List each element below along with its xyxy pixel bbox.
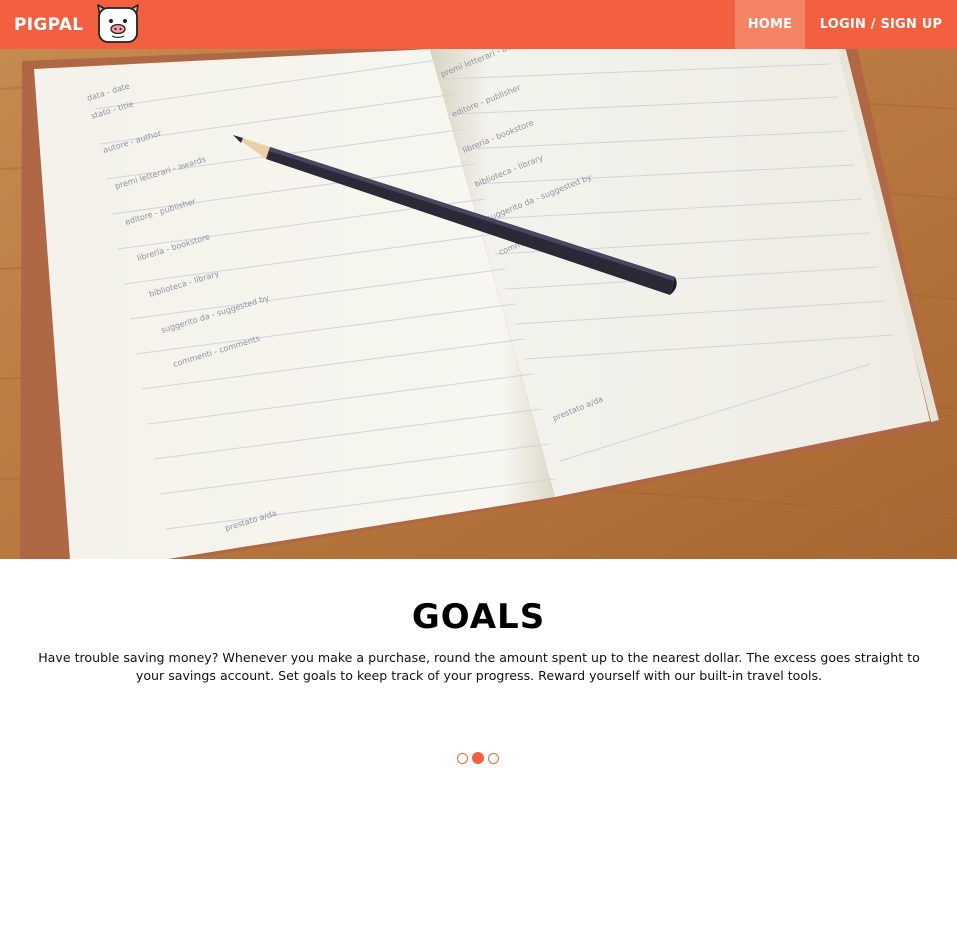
slide-description: Have trouble saving money? Whenever you … xyxy=(38,650,920,683)
hero-image: data - date stato - title autore - autho… xyxy=(0,49,957,559)
navbar: PIGPAL HOME LOGIN / SIGN UP xyxy=(0,0,957,49)
nav-login-signup-link[interactable]: LOGIN / SIGN UP xyxy=(805,0,957,49)
nav-home-link[interactable]: HOME xyxy=(735,0,805,49)
brand-name[interactable]: PIGPAL xyxy=(14,0,83,49)
carousel-dot-3[interactable] xyxy=(488,752,499,764)
slide-title: GOALS xyxy=(411,597,546,637)
carousel-dot-1[interactable] xyxy=(457,752,468,764)
carousel-indicators xyxy=(457,752,499,764)
pig-face-icon[interactable] xyxy=(92,2,144,44)
carousel-dot-2[interactable] xyxy=(472,752,484,764)
